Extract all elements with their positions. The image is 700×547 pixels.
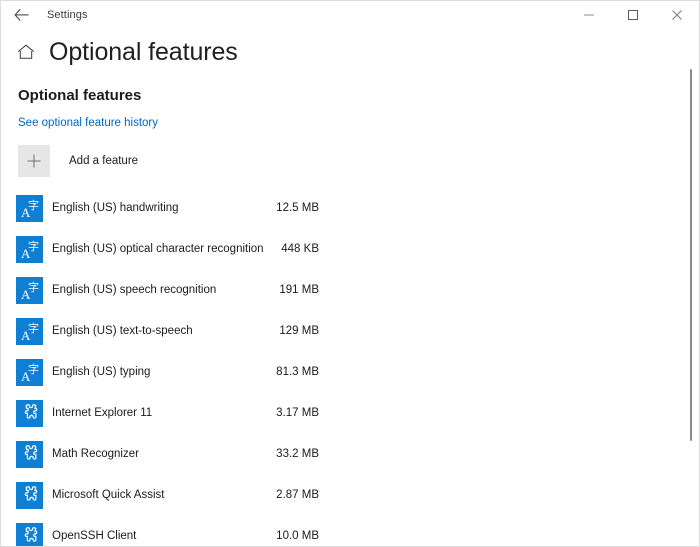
- svg-text:字: 字: [28, 362, 39, 376]
- feature-list: A字English (US) handwriting12.5 MBA字Engli…: [1, 193, 700, 547]
- back-arrow-icon: [14, 8, 30, 22]
- feature-name: English (US) speech recognition: [52, 284, 216, 296]
- feature-name: OpenSSH Client: [52, 530, 136, 542]
- home-icon: [17, 44, 35, 60]
- app-title: Settings: [47, 9, 88, 21]
- feature-row[interactable]: Internet Explorer 11 3.17 MB: [1, 398, 700, 439]
- feature-size: 3.17 MB: [231, 407, 319, 419]
- plus-icon: [26, 153, 42, 169]
- feature-size: 12.5 MB: [231, 202, 319, 214]
- home-button[interactable]: [15, 41, 37, 63]
- scrollbar-thumb[interactable]: [690, 69, 692, 441]
- section-heading: Optional features: [18, 87, 141, 104]
- close-button[interactable]: [655, 1, 699, 28]
- feature-name: English (US) text-to-speech: [52, 325, 193, 337]
- feature-name: Microsoft Quick Assist: [52, 489, 164, 501]
- maximize-button[interactable]: [611, 1, 655, 28]
- puzzle-icon: [16, 400, 43, 427]
- feature-name: English (US) handwriting: [52, 202, 179, 214]
- language-icon: A字: [16, 195, 43, 222]
- puzzle-icon: [16, 523, 43, 547]
- feature-row[interactable]: Microsoft Quick Assist 2.87 MB: [1, 480, 700, 521]
- add-a-feature-label: Add a feature: [69, 155, 138, 167]
- puzzle-icon: [16, 441, 43, 468]
- feature-row[interactable]: Math Recognizer 33.2 MB: [1, 439, 700, 480]
- language-icon: A字: [16, 318, 43, 345]
- feature-size: 81.3 MB: [231, 366, 319, 378]
- minimize-icon: [583, 9, 595, 21]
- language-icon: A字: [16, 277, 43, 304]
- content-area: Optional features See optional feature h…: [1, 76, 700, 547]
- settings-window: Settings: [0, 0, 700, 547]
- back-button[interactable]: [7, 2, 37, 28]
- maximize-icon: [627, 9, 639, 21]
- feature-row[interactable]: A字English (US) optical character recogni…: [1, 234, 700, 275]
- see-optional-feature-history-link[interactable]: See optional feature history: [18, 117, 158, 129]
- feature-size: 129 MB: [231, 325, 319, 337]
- feature-row[interactable]: A字 English (US) text-to-speech 129 MB: [1, 316, 700, 357]
- feature-row[interactable]: A字 English (US) typing 81.3 MB: [1, 357, 700, 398]
- svg-text:字: 字: [28, 198, 39, 212]
- feature-name: Internet Explorer 11: [52, 407, 152, 419]
- feature-row[interactable]: A字 English (US) speech recognition 191 MB: [1, 275, 700, 316]
- svg-text:字: 字: [28, 321, 39, 335]
- minimize-button[interactable]: [567, 1, 611, 28]
- svg-text:字: 字: [28, 280, 39, 294]
- page-header: Optional features: [1, 28, 699, 76]
- close-icon: [671, 9, 683, 21]
- feature-size: 10.0 MB: [231, 530, 319, 542]
- feature-name: Math Recognizer: [52, 448, 139, 460]
- feature-name: English (US) typing: [52, 366, 150, 378]
- puzzle-icon: [16, 482, 43, 509]
- feature-size: 191 MB: [231, 284, 319, 296]
- feature-size: 33.2 MB: [231, 448, 319, 460]
- feature-row[interactable]: OpenSSH Client 10.0 MB: [1, 521, 700, 547]
- title-bar: Settings: [1, 1, 699, 28]
- feature-size: 448 KB: [231, 243, 319, 255]
- language-icon: A字: [16, 236, 43, 263]
- add-a-feature-button[interactable]: Add a feature: [18, 145, 138, 177]
- vertical-scrollbar[interactable]: [686, 59, 696, 546]
- feature-row[interactable]: A字 English (US) handwriting 12.5 MB: [1, 193, 700, 234]
- language-icon: A字: [16, 359, 43, 386]
- window-controls: [567, 1, 699, 28]
- feature-size: 2.87 MB: [231, 489, 319, 501]
- svg-text:字: 字: [28, 239, 39, 253]
- page-title: Optional features: [49, 40, 238, 65]
- add-feature-tile: [18, 145, 50, 177]
